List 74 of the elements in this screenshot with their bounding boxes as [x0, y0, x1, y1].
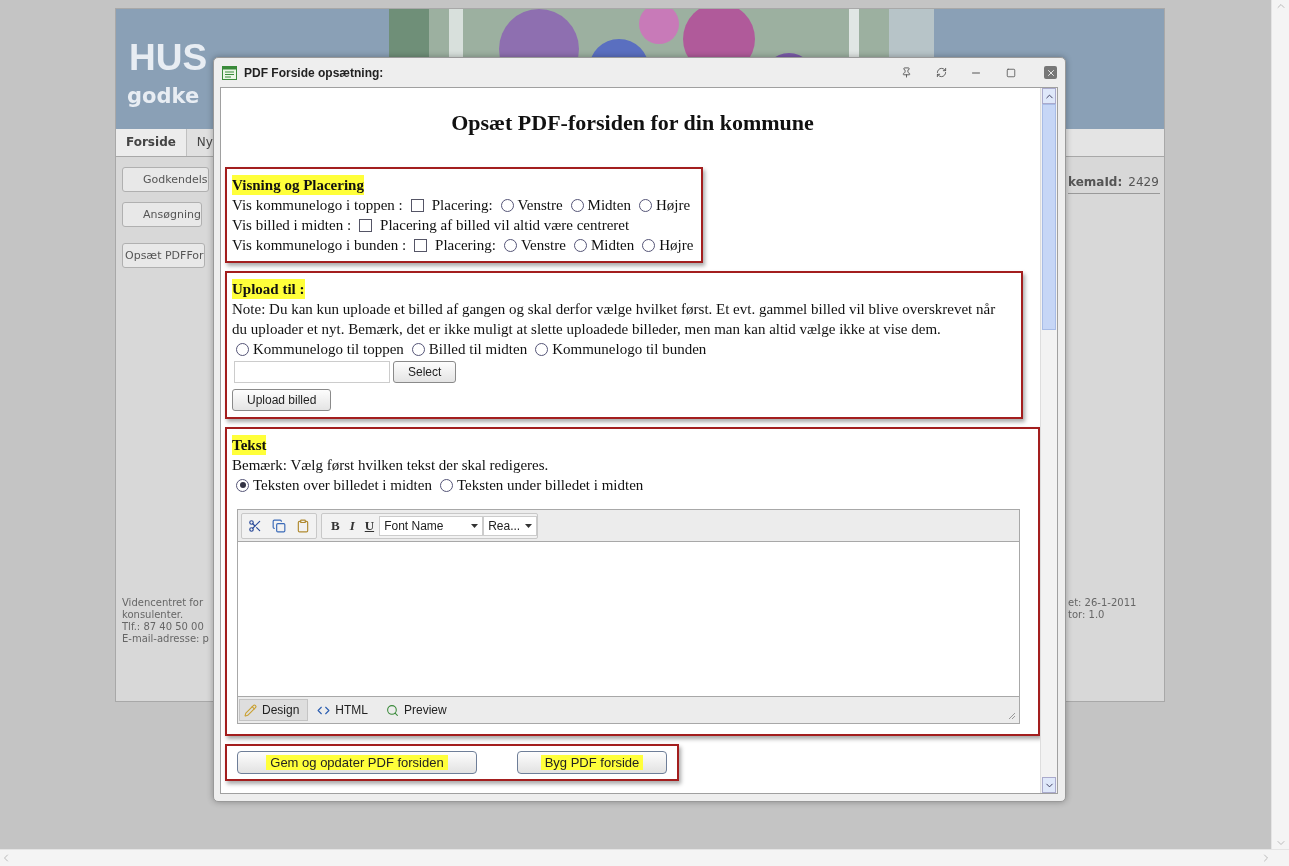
scroll-down-icon — [1042, 777, 1056, 793]
radio-label: Højre — [659, 236, 694, 255]
radio-label: Billed til midten — [428, 340, 528, 359]
underline-button[interactable]: U — [359, 517, 380, 534]
note-text: Bemærk: Vælg først hvilken tekst der skal redigeres. — [232, 456, 549, 475]
checkbox[interactable] — [414, 238, 428, 252]
file-field[interactable] — [234, 361, 390, 383]
radio-label: Kommunelogo til toppen — [253, 340, 404, 359]
pencil-icon — [244, 703, 257, 717]
action-button[interactable]: Byg PDF forside — [517, 751, 667, 774]
id-value: 2429 — [1128, 175, 1159, 189]
action-button[interactable]: Gem og opdater PDF forsiden — [237, 751, 477, 774]
footer-text: Videncentret for — [122, 597, 205, 609]
id-label: kemaId: — [1068, 175, 1123, 189]
radio-label: Venstre — [517, 196, 563, 215]
radio-button[interactable] — [439, 478, 453, 492]
radio-button[interactable] — [535, 342, 549, 356]
radio-button[interactable] — [503, 238, 517, 252]
radio-label: Venstre — [520, 236, 566, 255]
option-label: Vis kommunelogo i toppen : — [232, 196, 403, 215]
checkbox[interactable] — [410, 198, 424, 212]
checkbox[interactable] — [359, 218, 373, 232]
resize-grip-icon — [1008, 712, 1016, 720]
radio-button[interactable] — [638, 198, 652, 212]
side-button[interactable]: Ansøgning — [122, 202, 202, 227]
italic-button[interactable]: I — [344, 517, 360, 534]
radio-label: Teksten under billedet i midten — [456, 476, 644, 495]
note-text: Note: Du kan kun uploade et billed af gangen og skal derfor vælge hvilket først. Et evt. gammel billed vil blive overskrevet når du uploader et nyt. Bemærk, det er ikke muligt at slette uploadede billeder, men man kan altid vælge ikke at vise dem. — [232, 300, 997, 339]
footer-text: et: 26-1-2011 — [1068, 597, 1138, 609]
nav-tab[interactable]: Forside — [116, 129, 187, 156]
footer-text: tor: 1.0 — [1068, 609, 1106, 621]
scroll-thumb[interactable] — [1042, 104, 1056, 330]
section-title: Visning og Placering — [232, 175, 364, 195]
radio-label: Midten — [590, 236, 635, 255]
radio-button[interactable] — [411, 342, 425, 356]
mode-tab[interactable]: HTML — [312, 699, 378, 721]
checkbox-label: Placering: — [435, 236, 496, 255]
radio-button[interactable] — [573, 238, 587, 252]
document-icon — [222, 65, 237, 80]
page-heading: Opsæt PDF-forsiden for din kommune — [450, 110, 815, 136]
radio-button[interactable] — [236, 478, 249, 492]
radio-button[interactable] — [642, 238, 656, 252]
option-label: Vis kommunelogo i bunden : — [232, 236, 407, 255]
footer-text: Tlf.: 87 40 50 00 — [122, 621, 205, 633]
section-title: Upload til : — [232, 279, 305, 299]
radio-button[interactable] — [236, 342, 249, 356]
magnifier-icon — [386, 703, 400, 717]
bold-button[interactable]: B — [326, 517, 345, 534]
footer-text: E-mail-adresse: p — [122, 633, 209, 645]
radio-label: Kommunelogo til bunden — [552, 340, 707, 359]
side-button[interactable]: Godkendels — [122, 167, 209, 192]
font-size-dropdown[interactable]: Rea... — [483, 515, 538, 536]
select-button[interactable]: Select — [393, 361, 457, 383]
option-label: Vis billed i midten : — [232, 216, 352, 235]
close-icon[interactable] — [1044, 66, 1057, 79]
radio-button[interactable] — [500, 198, 514, 212]
mode-tab[interactable]: Design — [239, 699, 309, 721]
side-button[interactable]: Opsæt PDFFor — [122, 243, 205, 268]
radio-button[interactable] — [570, 198, 584, 212]
font-name-dropdown[interactable]: Font Name — [379, 515, 484, 536]
upload-button[interactable]: Upload billed — [232, 389, 332, 411]
caret-icon — [471, 523, 479, 528]
radio-label: Højre — [655, 196, 691, 215]
caret-icon — [525, 523, 533, 528]
radio-label: Teksten over billedet i midten — [253, 476, 432, 495]
radio-label: Midten — [587, 196, 631, 215]
checkbox-label: Placering: — [431, 196, 493, 215]
dialog-title: PDF Forside opsætning: — [244, 65, 385, 80]
checkbox-label: Placering af billed vil altid være centreret — [380, 216, 630, 235]
mode-tab[interactable]: Preview — [381, 699, 456, 721]
site-logo: HUS — [129, 39, 208, 76]
footer-text: konsulenter. — [122, 609, 185, 621]
site-logo-subtitle: godke — [127, 86, 200, 107]
scroll-up-icon — [1042, 88, 1056, 104]
